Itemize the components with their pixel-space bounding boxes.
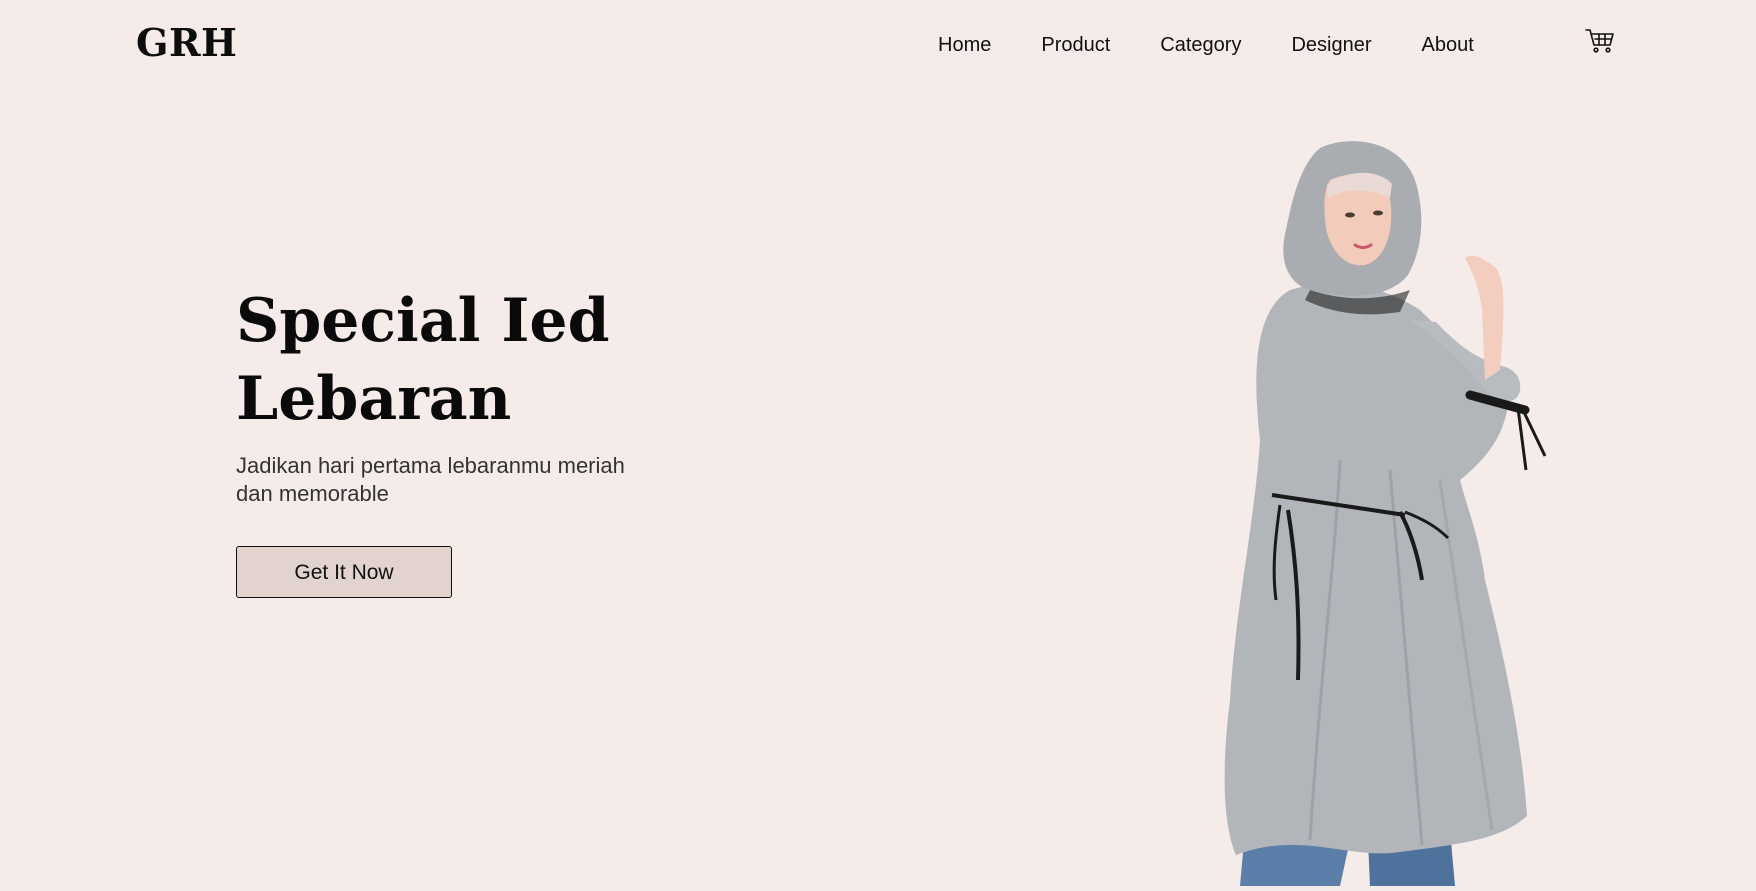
hero-subtitle: Jadikan hari pertama lebaranmu meriah da… (236, 453, 625, 506)
nav-item-category[interactable]: Category (1160, 33, 1241, 57)
model-in-grey-hijab-dress (1200, 140, 1600, 886)
shopping-cart-icon[interactable] (1585, 28, 1615, 54)
get-it-now-button[interactable]: Get It Now (236, 546, 452, 598)
nav-item-home[interactable]: Home (938, 33, 991, 57)
nav-item-about[interactable]: About (1422, 33, 1474, 57)
hero-section: Special Ied Lebaran Jadikan hari pertama… (236, 282, 696, 598)
main-nav: Home Product Category Designer About (938, 33, 1524, 57)
hero-title: Special Ied Lebaran (236, 286, 610, 434)
nav-item-designer[interactable]: Designer (1291, 33, 1371, 57)
site-logo[interactable]: GRH (136, 20, 237, 65)
nav-item-product[interactable]: Product (1041, 33, 1110, 57)
